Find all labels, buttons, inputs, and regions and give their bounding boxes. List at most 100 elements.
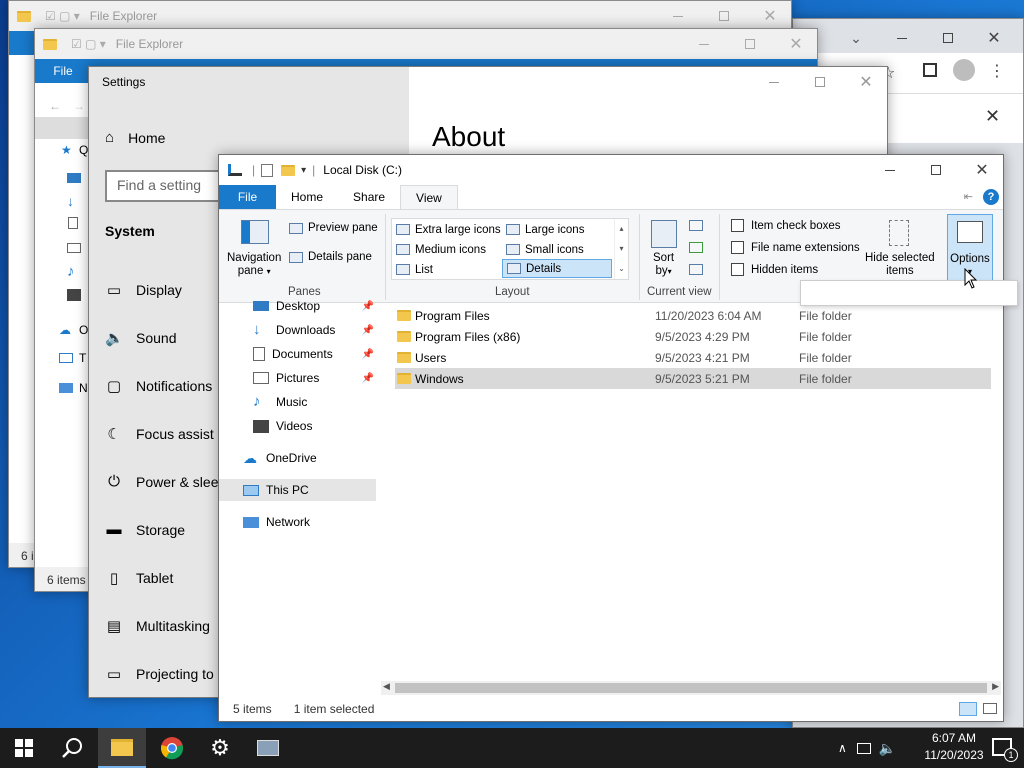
close-icon[interactable]: ✕ <box>985 106 1000 127</box>
tab-share[interactable]: Share <box>338 185 400 209</box>
group-label-layout: Layout <box>495 286 530 298</box>
maximize-button[interactable] <box>797 67 843 97</box>
sort-by-button[interactable]: Sort by▾ <box>653 252 674 278</box>
power-icon: ⏻ <box>108 473 120 490</box>
details-view-icon[interactable] <box>959 702 977 716</box>
volume-muted-icon[interactable]: 🔈 <box>879 740 896 757</box>
size-columns-icon[interactable] <box>689 264 703 275</box>
home-icon: ⌂ <box>105 129 115 146</box>
nav-item-network[interactable]: Network <box>219 511 376 533</box>
options-dropdown-menu[interactable] <box>800 280 1018 306</box>
navigation-pane-button[interactable]: Navigation pane ▾ <box>227 252 281 278</box>
hidden-items-checkbox[interactable]: Hidden items <box>731 263 818 276</box>
hide-selected-button[interactable]: Hide selected items <box>865 252 935 278</box>
horizontal-scrollbar[interactable]: ◀ ▶ <box>381 681 1001 695</box>
maximize-button[interactable] <box>925 23 971 53</box>
taskbar-network-app[interactable] <box>244 728 292 768</box>
nav-item-videos[interactable]: Videos <box>219 415 376 437</box>
nav-item-documents[interactable]: Documents 📌 <box>219 343 376 365</box>
settings-item-projecting[interactable]: ▭ Projecting to <box>105 665 214 683</box>
tab-file[interactable]: File <box>219 185 276 209</box>
nav-item-pictures[interactable]: Pictures 📌 <box>219 367 376 389</box>
taskbar-file-explorer[interactable] <box>98 728 146 768</box>
chevron-down-icon[interactable]: ⌄ <box>833 23 879 53</box>
minimize-button[interactable] <box>655 1 701 31</box>
maximize-button[interactable] <box>701 1 747 31</box>
taskbar-chrome[interactable] <box>148 728 196 768</box>
properties-icon[interactable] <box>261 163 274 177</box>
back-icon[interactable]: ← <box>49 99 61 113</box>
layout-extra-large-icons[interactable]: Extra large icons <box>392 220 502 239</box>
nav-item-music[interactable]: ♪ Music <box>219 391 376 413</box>
profile-icon[interactable] <box>953 59 975 81</box>
layout-details[interactable]: Details <box>502 259 612 278</box>
nav-item-quick-access[interactable]: Q <box>79 143 88 157</box>
list-item[interactable]: Users 9/5/2023 4:21 PM File folder <box>395 347 991 368</box>
preview-pane-button[interactable]: Preview pane <box>289 222 378 234</box>
close-button[interactable]: ✕ <box>959 155 1003 185</box>
layout-list[interactable]: List <box>392 260 502 279</box>
quick-access-icons: ☑ ▢ ▾ <box>71 37 106 51</box>
nav-item-this-pc[interactable]: This PC <box>219 479 376 501</box>
scroll-right-icon[interactable]: ▶ <box>992 681 999 692</box>
nav-item-desktop[interactable]: Desktop 📌 <box>219 295 376 317</box>
home-link[interactable]: ⌂ Home <box>105 129 165 146</box>
maximize-button[interactable] <box>913 155 959 185</box>
taskbar-settings[interactable]: ⚙ <box>196 728 244 768</box>
new-folder-icon[interactable] <box>281 164 296 176</box>
maximize-button[interactable] <box>727 29 773 59</box>
tab-home[interactable]: Home <box>276 185 338 209</box>
side-panel-icon[interactable] <box>923 63 937 77</box>
close-button[interactable]: ✕ <box>747 1 791 31</box>
minimize-button[interactable] <box>879 23 925 53</box>
list-item[interactable]: Windows 9/5/2023 5:21 PM File folder <box>395 368 991 389</box>
close-button[interactable]: ✕ <box>971 23 1017 53</box>
settings-item-tablet[interactable]: ▯ Tablet <box>105 569 174 587</box>
layout-large-icons[interactable]: Large icons <box>502 220 612 239</box>
file-explorer-window[interactable]: | ▾ | Local Disk (C:) ✕ File Home Share … <box>218 154 1004 722</box>
search-button[interactable] <box>48 728 96 768</box>
nav-item-network[interactable]: N <box>79 381 88 395</box>
forward-icon[interactable]: → <box>73 99 85 113</box>
layout-medium-icons[interactable]: Medium icons <box>392 240 502 259</box>
settings-item-storage[interactable]: ▬ Storage <box>105 521 186 538</box>
tab-file[interactable]: File <box>35 59 91 83</box>
list-item[interactable]: Program Files (x86) 9/5/2023 4:29 PM File … <box>395 326 991 347</box>
settings-item-sound[interactable]: 🔈 Sound <box>105 329 176 347</box>
start-button[interactable] <box>0 728 48 768</box>
minimize-button[interactable] <box>867 155 913 185</box>
notification-center-button[interactable]: 1 <box>992 738 1018 762</box>
item-check-boxes-checkbox[interactable]: Item check boxes <box>731 219 840 232</box>
clock[interactable]: 6:07 AM 11/20/2023 <box>924 730 984 764</box>
settings-item-notifications[interactable]: ▢ Notifications <box>105 377 212 395</box>
pin-ribbon-icon[interactable]: ⇤ <box>964 190 973 203</box>
more-icon[interactable]: ⋮ <box>989 61 1005 81</box>
scroll-thumb[interactable] <box>395 683 987 693</box>
nav-item-this-pc[interactable]: T <box>79 351 86 365</box>
chevron-up-icon[interactable]: ∧ <box>838 741 847 755</box>
network-status-icon[interactable] <box>856 742 871 754</box>
settings-item-power[interactable]: ⏻ Power & sleep <box>105 473 226 490</box>
list-item[interactable]: Program Files 11/20/2023 6:04 AM File fold… <box>395 305 991 326</box>
nav-item-onedrive[interactable]: ☁ OneDrive <box>219 447 376 469</box>
settings-item-display[interactable]: ▭ Display <box>105 281 182 299</box>
settings-item-focus-assist[interactable]: ☾ Focus assist <box>105 425 214 443</box>
minimize-button[interactable] <box>681 29 727 59</box>
chevron-down-icon[interactable]: ▾ <box>301 165 306 176</box>
close-button[interactable]: ✕ <box>773 29 817 59</box>
group-by-icon[interactable] <box>689 220 703 231</box>
file-name-extensions-checkbox[interactable]: File name extensions <box>731 241 860 254</box>
add-columns-icon[interactable] <box>689 242 703 253</box>
nav-item-downloads[interactable]: ↓ Downloads 📌 <box>219 319 376 341</box>
layout-scroll[interactable]: ▴ ▾ ⌄ <box>614 219 628 279</box>
layout-small-icons[interactable]: Small icons <box>502 240 612 259</box>
details-pane-button[interactable]: Details pane <box>289 251 372 263</box>
scroll-left-icon[interactable]: ◀ <box>383 681 390 692</box>
nav-item-onedrive[interactable]: O <box>79 323 88 337</box>
help-icon[interactable]: ? <box>983 189 999 205</box>
tab-view[interactable]: View <box>400 185 458 209</box>
settings-item-multitasking[interactable]: ▤ Multitasking <box>105 617 210 635</box>
close-button[interactable]: ✕ <box>843 67 887 97</box>
large-icons-view-icon[interactable] <box>983 703 997 714</box>
minimize-button[interactable] <box>751 67 797 97</box>
